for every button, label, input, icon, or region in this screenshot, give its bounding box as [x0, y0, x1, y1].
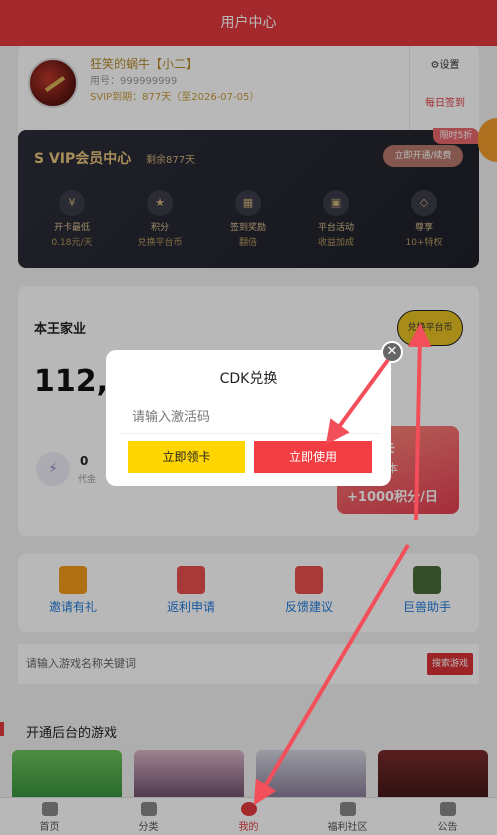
use-now-button[interactable]: 立即使用 — [254, 441, 372, 473]
dialog-title: CDK兑换 — [219, 371, 278, 387]
cdk-redeem-dialog: CDK兑换 立即领卡 立即使用 — [106, 350, 391, 486]
activation-code-input[interactable] — [120, 402, 380, 434]
claim-card-button[interactable]: 立即领卡 — [128, 441, 245, 473]
close-icon[interactable]: ✕ — [381, 341, 403, 363]
